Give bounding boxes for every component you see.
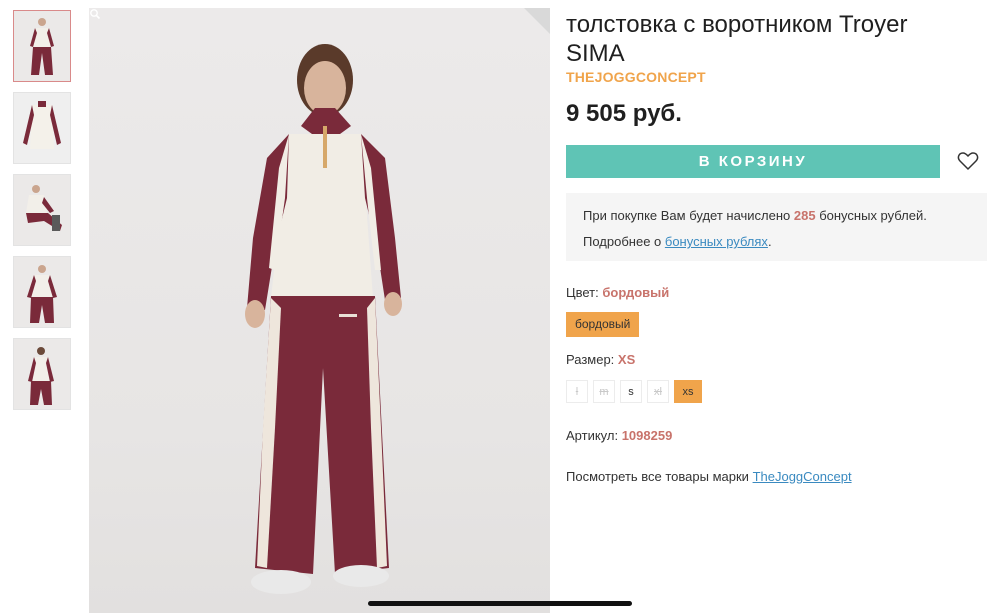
brand-all-link[interactable]: TheJoggConcept <box>753 469 852 484</box>
size-option-l[interactable]: l <box>566 380 588 403</box>
brand-link[interactable]: THEJOGGCONCEPT <box>566 69 706 85</box>
heart-icon[interactable] <box>957 151 979 171</box>
bonus-more-prefix: Подробнее о <box>583 234 665 249</box>
thumbnail-image <box>14 257 70 327</box>
color-label: Цвет: бордовый <box>566 285 669 300</box>
bonus-more-line: Подробнее о бонусных рублях. <box>583 234 772 249</box>
thumbnail-top-flat[interactable] <box>13 92 71 164</box>
sku: Артикул: 1098259 <box>566 428 672 443</box>
thumbnail-sitting[interactable] <box>13 174 71 246</box>
color-option-burgundy[interactable]: бордовый <box>566 312 640 337</box>
zoom-corner[interactable] <box>524 8 550 34</box>
sku-value: 1098259 <box>621 428 673 443</box>
bonus-more-suffix: . <box>767 234 772 249</box>
model-photo <box>245 44 402 594</box>
size-option-xs[interactable]: xs <box>674 380 702 403</box>
home-indicator[interactable] <box>368 601 632 606</box>
bonus-text-prefix: При покупке Вам будет начислено <box>583 208 794 223</box>
size-value: XS <box>617 352 636 367</box>
color-label-text: Цвет: <box>566 285 603 300</box>
size-label: Размер: XS <box>566 352 635 367</box>
product-title: толстовка с воротником Troyer SIMA <box>566 11 908 67</box>
bonus-text-suffix: бонусных рублей. <box>815 208 927 223</box>
brand-all-prefix: Посмотреть все товары марки <box>566 469 753 484</box>
thumbnail-image <box>14 175 70 245</box>
thumbnail-list <box>13 10 71 420</box>
thumbnail-image <box>14 339 70 409</box>
bonus-points: 285 <box>793 208 816 223</box>
thumbnail-image <box>14 11 70 81</box>
size-options: l m s xl xs <box>566 380 707 403</box>
thumbnail-image <box>14 93 70 163</box>
sku-label: Артикул: <box>566 428 622 443</box>
magnifier-icon[interactable] <box>89 8 101 20</box>
add-to-cart-button[interactable]: В КОРЗИНУ <box>566 145 940 178</box>
size-label-text: Размер: <box>566 352 618 367</box>
size-option-s[interactable]: s <box>620 380 642 403</box>
thumbnail-full-front[interactable] <box>13 10 71 82</box>
bonus-line: При покупке Вам будет начислено 285 бону… <box>583 208 927 223</box>
brand-all-items: Посмотреть все товары марки TheJoggConce… <box>566 469 852 484</box>
size-option-m[interactable]: m <box>593 380 615 403</box>
bonus-rubles-link[interactable]: бонусных рублях <box>665 234 768 249</box>
bonus-info-box: При покупке Вам будет начислено 285 бону… <box>566 193 987 261</box>
size-option-xl[interactable]: xl <box>647 380 669 403</box>
product-price: 9 505 руб. <box>566 100 682 127</box>
product-main-image[interactable] <box>89 8 550 613</box>
thumbnail-front-close[interactable] <box>13 256 71 328</box>
thumbnail-back-view[interactable] <box>13 338 71 410</box>
color-value: бордовый <box>602 285 670 300</box>
